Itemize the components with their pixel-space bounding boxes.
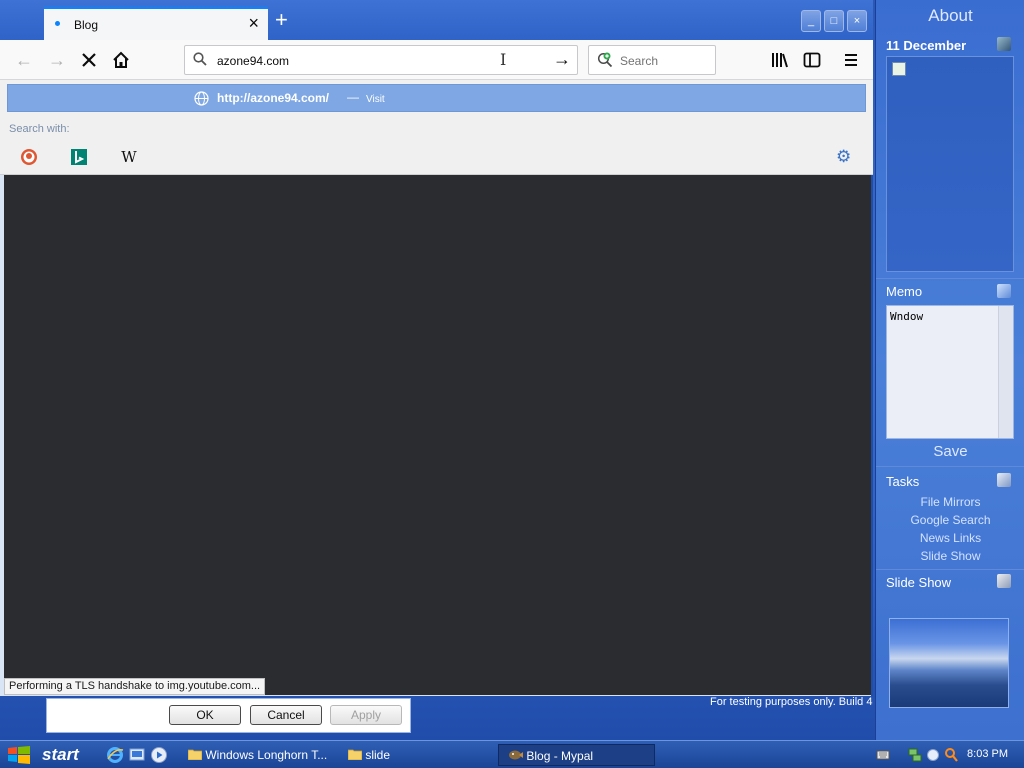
duckduckgo-icon[interactable]	[20, 148, 38, 166]
memo-title: Memo	[886, 284, 923, 299]
windows-flag-icon	[8, 746, 30, 764]
suggestion-row-visit[interactable]: http://azone94.com/ — Visit	[7, 84, 866, 112]
task-file-mirrors[interactable]: File Mirrors	[876, 495, 1024, 509]
page-content-area	[4, 175, 871, 695]
divider	[876, 569, 1024, 570]
navigation-toolbar: ← → azone94.com I → Search	[0, 40, 873, 80]
slideshow-icon[interactable]	[997, 574, 1011, 588]
url-suggestions-panel: http://azone94.com/ — Visit Search with:…	[0, 80, 873, 175]
memo-textarea[interactable]: Wndow	[886, 305, 1014, 439]
search-settings-gear-icon[interactable]: ⚙	[836, 147, 851, 167]
task-news-links[interactable]: News Links	[876, 531, 1024, 545]
bing-icon[interactable]	[70, 148, 88, 166]
start-label: start	[42, 745, 79, 764]
mypal-browser-icon	[509, 750, 523, 760]
tasks-icon[interactable]	[997, 473, 1011, 487]
search-placeholder: Search	[620, 54, 659, 68]
window-controls: _ □ ×	[801, 10, 867, 32]
cancel-button[interactable]: Cancel	[250, 705, 322, 725]
text-cursor-icon: I	[500, 50, 507, 69]
forward-icon[interactable]: →	[45, 48, 69, 72]
system-tray: 8:03 PM	[864, 741, 1024, 768]
suggestion-separator: —	[347, 90, 359, 104]
tasks-title: Tasks	[886, 474, 920, 489]
calendar-tile	[886, 56, 1014, 272]
desktop-sidebar: About 11 December Memo Wndow Save Tasks …	[875, 0, 1024, 740]
search-engine-icon	[597, 52, 613, 68]
tab-blog[interactable]: Blog ×	[44, 7, 268, 40]
stop-icon[interactable]	[77, 48, 101, 72]
menu-icon[interactable]	[839, 48, 863, 72]
internet-explorer-icon[interactable]	[106, 746, 124, 764]
sidebar-about-link[interactable]: About	[876, 6, 1024, 26]
taskbar-button-label: Windows Longhorn T...	[205, 748, 328, 762]
media-player-icon[interactable]	[150, 746, 168, 764]
task-google-search[interactable]: Google Search	[876, 513, 1024, 527]
library-icon[interactable]	[768, 48, 792, 72]
divider	[876, 466, 1024, 467]
memo-text: Wndow	[890, 310, 924, 323]
tab-title: Blog	[74, 18, 99, 32]
browser-window: Blog × + _ □ × ← → azone94.com I → Searc…	[0, 0, 873, 696]
volume-icon[interactable]	[926, 747, 940, 763]
wikipedia-icon[interactable]: W	[120, 148, 138, 166]
apply-button[interactable]: Apply	[330, 705, 402, 725]
status-bar: Performing a TLS handshake to img.youtub…	[4, 678, 266, 695]
folder-icon	[187, 749, 203, 761]
search-with-label: Search with:	[9, 123, 70, 135]
task-slide-show[interactable]: Slide Show	[876, 549, 1024, 563]
url-bar[interactable]: azone94.com I →	[184, 45, 578, 75]
slideshow-image[interactable]	[889, 618, 1009, 708]
dialog-button-strip: OK Cancel Apply	[46, 698, 411, 733]
divider	[876, 278, 1024, 279]
sidebar-toggle-icon[interactable]	[800, 48, 824, 72]
minimize-button[interactable]: _	[801, 10, 821, 32]
folder-icon	[347, 749, 363, 761]
home-icon[interactable]	[109, 48, 133, 72]
suggestion-action: Visit	[366, 94, 385, 105]
memo-save-button[interactable]: Save	[876, 443, 1024, 460]
go-arrow-icon[interactable]: →	[553, 49, 571, 70]
tab-close-icon[interactable]: ×	[248, 14, 259, 32]
taskbar-button-mypal[interactable]: Blog - Mypal	[498, 744, 655, 766]
close-window-button[interactable]: ×	[847, 10, 867, 32]
keyboard-icon[interactable]	[876, 748, 890, 762]
tab-strip: Blog × + _ □ ×	[0, 0, 873, 40]
calendar-thumbnail-icon	[892, 62, 906, 76]
ok-button[interactable]: OK	[169, 705, 241, 725]
search-box[interactable]: Search	[588, 45, 716, 75]
taskbar-button-slide[interactable]: slide	[347, 744, 391, 766]
taskbar-button-label: slide	[365, 748, 391, 762]
calendar-date: 11 December	[886, 38, 967, 53]
url-input[interactable]: azone94.com	[217, 54, 289, 68]
globe-icon	[194, 91, 209, 106]
new-tab-button[interactable]: +	[275, 9, 288, 31]
taskbar-button-longhorn[interactable]: Windows Longhorn T...	[187, 744, 328, 766]
back-icon[interactable]: ←	[12, 48, 36, 72]
clock[interactable]: 8:03 PM	[967, 748, 1008, 760]
taskbar-button-label: Blog - Mypal	[526, 749, 594, 763]
build-watermark: For testing purposes only. Build 40	[710, 696, 873, 708]
maximize-button[interactable]: □	[824, 10, 844, 32]
network-icon[interactable]	[908, 747, 922, 763]
show-desktop-icon[interactable]	[128, 746, 146, 764]
slideshow-title: Slide Show	[886, 575, 952, 590]
search-tray-icon[interactable]	[944, 747, 958, 763]
search-icon	[193, 52, 207, 66]
calendar-tile-icon[interactable]	[997, 37, 1011, 51]
start-button[interactable]: start	[0, 741, 92, 768]
taskbar: start Windows Longhorn T... slide Blog -…	[0, 740, 1024, 768]
suggestion-url: http://azone94.com/	[217, 91, 330, 105]
tab-loading-indicator	[55, 21, 60, 26]
memo-notepad-icon[interactable]	[997, 284, 1011, 298]
memo-scrollbar[interactable]	[998, 306, 1013, 438]
